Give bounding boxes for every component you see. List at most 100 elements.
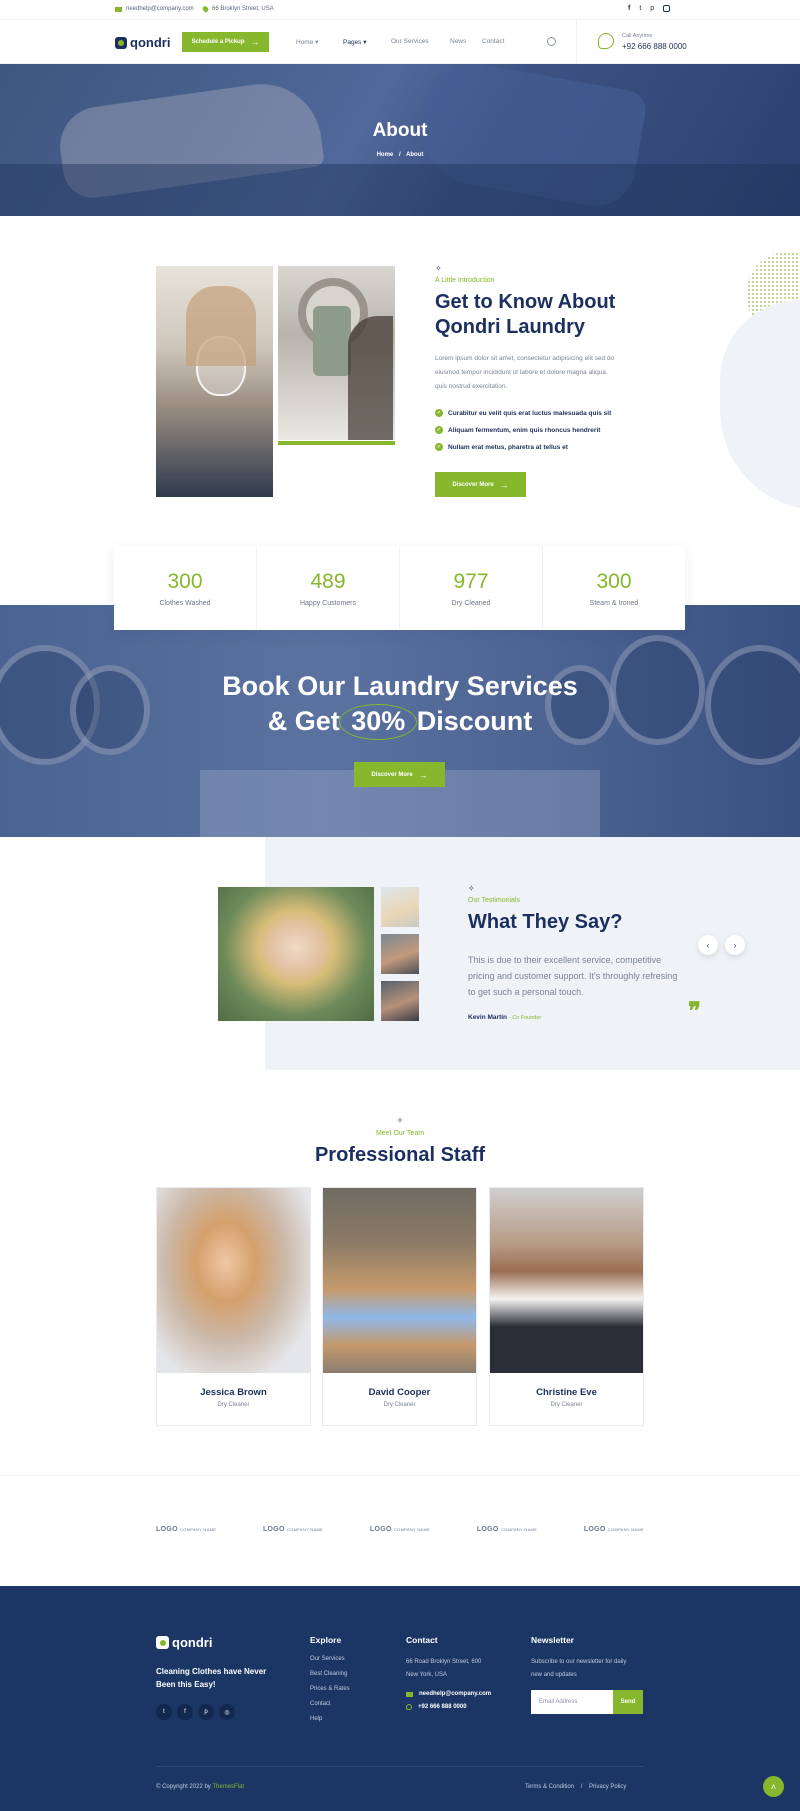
- contact-phone[interactable]: +92 666 888 0000: [406, 1704, 467, 1710]
- nav-item-pages[interactable]: Pages ▾: [343, 38, 391, 46]
- logo[interactable]: qondri: [115, 35, 170, 50]
- footer-logo[interactable]: qondri: [156, 1635, 212, 1650]
- check-icon: ✓: [435, 409, 443, 417]
- contact-email[interactable]: needhelp@company.com: [406, 1691, 491, 1697]
- testimonial-thumb[interactable]: [381, 981, 419, 1021]
- terms-link[interactable]: Terms & Condition: [525, 1784, 574, 1790]
- call-block[interactable]: Call Anytime +92 666 888 0000: [622, 33, 687, 51]
- footer-link[interactable]: Best Cleaning: [310, 1671, 350, 1677]
- call-number: +92 666 888 0000: [622, 42, 687, 51]
- testimonial-quote-line1: This is due to their excellent service, …: [468, 955, 662, 965]
- testimonial-thumb[interactable]: [381, 887, 419, 927]
- sparkle-icon: ✧: [435, 264, 442, 273]
- privacy-link[interactable]: Privacy Policy: [589, 1784, 626, 1790]
- book-title-line1: Book Our Laundry Services: [222, 671, 578, 701]
- staff-card[interactable]: Christine Eve Dry Cleaner: [489, 1187, 644, 1426]
- staff-role: Dry Cleaner: [550, 1402, 583, 1408]
- contact-address-line1: 66 Road Broklyn Street, 600: [406, 1659, 482, 1665]
- check-item: ✓ Aliquam fermentum, enim quis rhoncus he…: [435, 426, 611, 434]
- breadcrumb-home[interactable]: Home: [377, 152, 394, 158]
- topbar-socials: f t p: [628, 5, 671, 12]
- staff-name: Jessica Brown: [200, 1387, 267, 1398]
- location-pin-icon: [201, 5, 210, 13]
- about-discover-button[interactable]: Discover More →: [435, 472, 526, 497]
- check-item: ✓ Curabitur eu velit quis erat luctus mal…: [435, 409, 611, 417]
- about-body-line2: eiusmod tempor incididunt ut labore et d…: [435, 369, 608, 376]
- about-discover-label: Discover More: [452, 481, 494, 488]
- book-banner: Book Our Laundry Services & Get 30% Disc…: [0, 605, 800, 837]
- staff-role: Dry Cleaner: [383, 1402, 416, 1408]
- about-title-line1: Get to Know About: [435, 291, 616, 313]
- staff-name: Christine Eve: [536, 1387, 597, 1398]
- about-checklist: ✓ Curabitur eu velit quis erat luctus mal…: [435, 409, 611, 451]
- nav-item-home[interactable]: Home ▾: [296, 38, 343, 46]
- newsletter-send-button[interactable]: Send: [613, 1690, 643, 1714]
- footer-link[interactable]: Help: [310, 1716, 350, 1722]
- testimonial-thumb[interactable]: [381, 934, 419, 974]
- next-testimonial-button[interactable]: ›: [725, 935, 745, 955]
- footer-link[interactable]: Contact: [310, 1701, 350, 1707]
- staff-name: David Cooper: [368, 1387, 431, 1398]
- partner-logo[interactable]: LOGO COMPANY NAME: [370, 1526, 430, 1533]
- about-body-line3: quis nostrud exercitation.: [435, 383, 508, 390]
- twitter-icon[interactable]: t: [156, 1704, 172, 1720]
- counter-label: Steam & Ironed: [589, 599, 639, 607]
- nav-item-news[interactable]: News: [450, 38, 482, 46]
- schedule-pickup-button[interactable]: Schedule a Pickup →: [182, 32, 269, 52]
- partner-logo[interactable]: LOGO COMPANY NAME: [584, 1526, 644, 1533]
- sparkle-icon: ✧: [396, 1116, 404, 1125]
- about-photo-washing-machine: [278, 266, 395, 440]
- counter-label: Happy Customers: [299, 599, 357, 607]
- staff-photo: [157, 1188, 310, 1373]
- counter-value: 300: [596, 569, 632, 593]
- call-label: Call Anytime: [622, 33, 653, 39]
- instagram-icon[interactable]: [663, 5, 671, 12]
- staff-card[interactable]: Jessica Brown Dry Cleaner: [156, 1187, 311, 1426]
- contact-address-line2: New York, USA: [406, 1672, 448, 1678]
- pinterest-icon[interactable]: p: [650, 5, 654, 12]
- facebook-icon[interactable]: f: [628, 5, 630, 12]
- newsletter-email-input[interactable]: Email Address: [531, 1690, 613, 1714]
- pinterest-icon[interactable]: p: [198, 1704, 214, 1720]
- instagram-icon[interactable]: ◎: [219, 1704, 235, 1720]
- footer-slogan-line1: Cleaning Clothes have Never: [156, 1667, 267, 1676]
- newsletter-email-placeholder: Email Address: [539, 1699, 578, 1705]
- staff-role: Dry Cleaner: [217, 1402, 250, 1408]
- chevron-up-icon: ˄: [770, 1781, 777, 1792]
- partner-logo[interactable]: LOGO COMPANY NAME: [156, 1526, 216, 1533]
- copyright-brand-link[interactable]: ThemesFlat: [212, 1784, 244, 1790]
- page-title: About: [372, 120, 428, 141]
- topbar-email-text: needhelp@company.com: [126, 6, 194, 12]
- footer-link[interactable]: Our Services: [310, 1656, 350, 1662]
- main-nav: Home ▾ Pages ▾ Our Services News Contact: [296, 38, 504, 46]
- prev-testimonial-button[interactable]: ‹: [698, 935, 718, 955]
- logo-text: qondri: [130, 35, 171, 50]
- check-item-text: Curabitur eu velit quis erat luctus male…: [448, 409, 612, 417]
- partner-logo[interactable]: LOGO COMPANY NAME: [263, 1526, 323, 1533]
- mail-icon: [406, 1691, 413, 1697]
- check-item-text: Aliquam fermentum, enim quis rhoncus hen…: [448, 426, 601, 434]
- partner-logo[interactable]: LOGO COMPANY NAME: [477, 1526, 537, 1533]
- footer-link[interactable]: Prices & Rates: [310, 1686, 350, 1692]
- counter-value: 489: [310, 569, 346, 593]
- search-icon[interactable]: [547, 37, 556, 46]
- twitter-icon[interactable]: t: [639, 5, 641, 12]
- nav-item-contact[interactable]: Contact: [482, 38, 504, 46]
- footer-slogan: Cleaning Clothes have Never Been this Ea…: [156, 1665, 266, 1691]
- contact-email-text: needhelp@company.com: [419, 1691, 492, 1697]
- mail-icon: [115, 6, 122, 12]
- discount-circle: [339, 704, 418, 740]
- staff-card[interactable]: David Cooper Dry Cleaner: [322, 1187, 477, 1426]
- nav-item-our-services[interactable]: Our Services: [391, 38, 450, 46]
- footer-divider: [156, 1766, 644, 1767]
- testimonials-tagline: Our Testimonials: [468, 897, 521, 904]
- schedule-pickup-label: Schedule a Pickup: [191, 39, 245, 45]
- scroll-to-top-button[interactable]: ˄: [763, 1776, 784, 1797]
- book-discover-button[interactable]: Discover More →: [354, 762, 445, 787]
- contact-address: 66 Road Broklyn Street, 600 New York, US…: [406, 1656, 481, 1682]
- topbar-email[interactable]: needhelp@company.com: [115, 6, 194, 12]
- facebook-icon[interactable]: f: [177, 1704, 193, 1720]
- about-tagline: A Little Introduction: [435, 277, 495, 284]
- banner-washer: [705, 645, 800, 765]
- check-icon: ✓: [435, 443, 443, 451]
